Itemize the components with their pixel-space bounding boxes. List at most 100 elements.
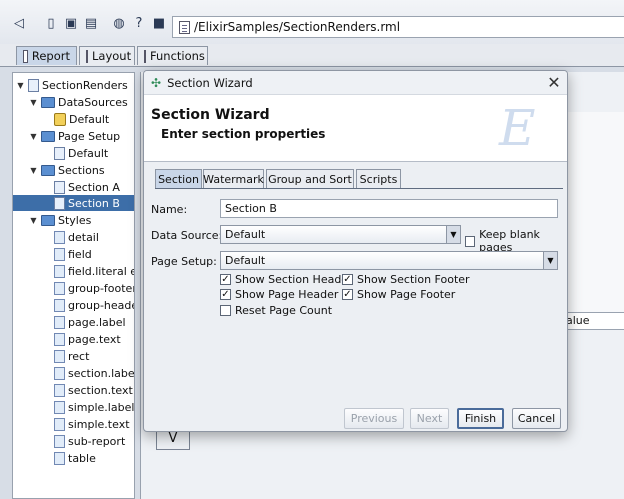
- folder-icon: [41, 214, 55, 226]
- name-input[interactable]: Section B: [220, 199, 558, 218]
- show-page-header-label: Show Page Header: [235, 288, 339, 301]
- wizard-title: Section Wizard: [151, 107, 270, 123]
- checkbox-box[interactable]: [220, 305, 231, 316]
- tab-scripts[interactable]: Scripts: [356, 169, 401, 189]
- datasource-value: Default: [225, 228, 266, 241]
- chevron-down-icon[interactable]: ▼: [543, 252, 557, 269]
- tree-node-section-b[interactable]: Section B: [13, 195, 134, 211]
- tree-node-label: Styles: [58, 213, 92, 227]
- show-section-header-checkbox[interactable]: ✓ Show Section Header: [220, 273, 353, 286]
- tree-node-style[interactable]: simple.text: [54, 416, 130, 432]
- finish-button[interactable]: Finish: [457, 408, 504, 429]
- tree-node-style[interactable]: field.literal exte: [54, 263, 134, 279]
- checkbox-box[interactable]: ✓: [342, 274, 353, 285]
- page-setup-select[interactable]: Default ▼: [220, 251, 558, 270]
- show-section-footer-checkbox[interactable]: ✓ Show Section Footer: [342, 273, 470, 286]
- style-icon: [54, 400, 65, 414]
- tree-node-style[interactable]: field: [54, 246, 92, 262]
- tree-node-style[interactable]: section.label: [54, 365, 135, 381]
- tree-node-styles[interactable]: ▼ Styles: [29, 212, 91, 228]
- expand-toggle-icon[interactable]: ▼: [29, 98, 38, 107]
- datasource-select[interactable]: Default ▼: [220, 225, 461, 244]
- previous-button[interactable]: Previous: [344, 408, 404, 429]
- chevron-down-icon[interactable]: ▼: [446, 226, 460, 243]
- section-icon: [54, 180, 65, 194]
- checkbox-box[interactable]: ✓: [342, 289, 353, 300]
- tree-node-sections[interactable]: ▼ Sections: [29, 162, 104, 178]
- tab-watermark[interactable]: Watermark: [203, 169, 264, 189]
- tab-functions[interactable]: Functions: [137, 46, 208, 65]
- tree-node-root[interactable]: ▼ SectionRenders: [16, 77, 128, 93]
- save-as-icon[interactable]: ▤: [82, 14, 100, 32]
- style-icon: [54, 349, 65, 363]
- tree-node-style[interactable]: group-footer: [54, 280, 134, 296]
- tree-node-style[interactable]: rect: [54, 348, 89, 364]
- cancel-button[interactable]: Cancel: [512, 408, 561, 429]
- tree-node-label: Section B: [68, 196, 120, 210]
- tree-node-datasources[interactable]: ▼ DataSources: [29, 94, 127, 110]
- tree-node-page-setup[interactable]: ▼ Page Setup: [29, 128, 120, 144]
- tree-node-datasource-default[interactable]: Default: [54, 111, 109, 127]
- tree-node-section-a[interactable]: Section A: [54, 179, 134, 195]
- tab-divider: [155, 188, 563, 189]
- wizard-subtitle: Enter section properties: [161, 127, 326, 141]
- tab-section[interactable]: Section: [155, 169, 202, 189]
- tree-node-label: section.label: [68, 366, 135, 380]
- tab-group-and-sort[interactable]: Group and Sort: [266, 169, 354, 189]
- tree-node-style[interactable]: table: [54, 450, 96, 466]
- tree-node-style[interactable]: sub-report: [54, 433, 125, 449]
- expand-toggle-icon[interactable]: ▼: [29, 216, 38, 225]
- style-icon: [54, 281, 65, 295]
- folder-icon: [41, 96, 55, 108]
- show-page-footer-label: Show Page Footer: [357, 288, 456, 301]
- tree-node-label: simple.text: [68, 417, 130, 431]
- checkbox-box[interactable]: [465, 235, 476, 247]
- tree-node-label: Default: [69, 112, 110, 126]
- tree-node-style[interactable]: detail: [54, 229, 99, 245]
- checkbox-box[interactable]: ✓: [220, 289, 231, 300]
- tree-node-label: page.label: [68, 315, 126, 329]
- save-icon[interactable]: ▣: [62, 14, 80, 32]
- tree-node-label: Page Setup: [58, 129, 121, 143]
- tree-node-label: page.text: [68, 332, 121, 346]
- tree-node-style[interactable]: section.text: [54, 382, 133, 398]
- tree-node-style[interactable]: simple.label: [54, 399, 134, 415]
- properties-column: [561, 112, 624, 312]
- toolbar: ◁ ▯ ▣ ▤ ◍ ? ■ /ElixirSamples/SectionRend…: [0, 0, 624, 45]
- style-icon: [54, 451, 65, 465]
- tab-report[interactable]: Report: [16, 46, 77, 65]
- checkbox-box[interactable]: ✓: [220, 274, 231, 285]
- back-icon[interactable]: ◁: [10, 14, 28, 32]
- expand-toggle-icon[interactable]: ▼: [29, 132, 38, 141]
- datasource-icon: [54, 112, 66, 126]
- style-icon: [54, 332, 65, 346]
- wizard-icon: ✣: [151, 75, 162, 90]
- report-tree: ▼ SectionRenders ▼ DataSources Default ▼…: [12, 72, 135, 499]
- file-icon: [179, 20, 190, 34]
- style-icon: [54, 298, 65, 312]
- name-label: Name:: [151, 203, 188, 216]
- reset-page-count-label: Reset Page Count: [235, 304, 333, 317]
- page-setup-value: Default: [225, 254, 266, 267]
- file-path-field[interactable]: /ElixirSamples/SectionRenders.rml: [172, 16, 624, 38]
- expand-toggle-icon[interactable]: ▼: [16, 81, 25, 90]
- close-icon[interactable]: ✕: [544, 73, 564, 93]
- reset-page-count-checkbox[interactable]: Reset Page Count: [220, 304, 332, 317]
- show-section-header-label: Show Section Header: [235, 273, 353, 286]
- tree-node-style[interactable]: group-header: [54, 297, 134, 313]
- help-icon[interactable]: ?: [130, 14, 148, 32]
- functions-icon: [144, 49, 146, 63]
- globe-icon[interactable]: ◍: [110, 14, 128, 32]
- next-button[interactable]: Next: [410, 408, 449, 429]
- tree-node-style[interactable]: page.label: [54, 314, 126, 330]
- open-file-icon[interactable]: ▯: [42, 14, 60, 32]
- show-page-header-checkbox[interactable]: ✓ Show Page Header: [220, 288, 338, 301]
- tab-layout[interactable]: Layout: [79, 46, 135, 65]
- expand-toggle-icon[interactable]: ▼: [29, 166, 38, 175]
- info-icon[interactable]: ■: [150, 14, 168, 32]
- page-setup-label: Page Setup:: [151, 255, 217, 268]
- show-page-footer-checkbox[interactable]: ✓ Show Page Footer: [342, 288, 455, 301]
- style-icon: [54, 366, 65, 380]
- tree-node-page-setup-default[interactable]: Default: [54, 145, 108, 161]
- tree-node-style[interactable]: page.text: [54, 331, 121, 347]
